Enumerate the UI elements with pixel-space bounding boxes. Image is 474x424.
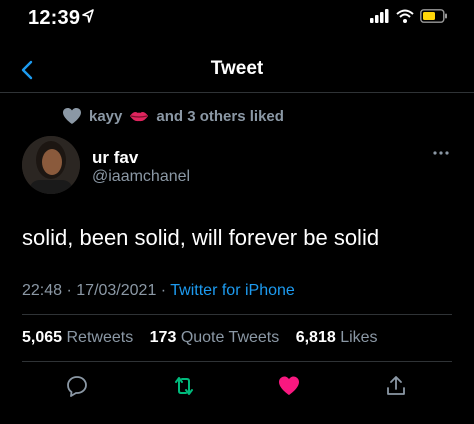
heart-icon: [63, 108, 81, 124]
likes-label: Likes: [340, 329, 378, 346]
reply-icon[interactable]: [65, 374, 89, 398]
likes-count: 6,818: [295, 329, 336, 346]
kiss-lips-icon: [130, 112, 149, 122]
tweet-source-link[interactable]: Twitter for iPhone: [170, 282, 295, 299]
status-icons: [370, 9, 448, 23]
avatar[interactable]: [22, 136, 80, 194]
retweet-icon[interactable]: [172, 374, 196, 398]
wifi-icon: [396, 9, 414, 23]
status-time: 12:39: [28, 7, 81, 29]
more-icon[interactable]: [432, 150, 450, 156]
quotes-label: Quote Tweets: [180, 329, 280, 346]
tweet-meta: 22:48 · 17/03/2021 · Twitter for iPhone: [22, 282, 295, 299]
liked-text: and 3 others liked: [156, 107, 284, 125]
divider: [22, 361, 452, 362]
retweets-stat[interactable]: 5,065 Retweets: [22, 329, 133, 347]
quotes-count: 173: [149, 329, 177, 346]
tweet-time: 22:48: [22, 282, 63, 299]
liker-name: kayy: [89, 107, 123, 125]
author-name[interactable]: ur fav: [92, 148, 138, 168]
share-icon[interactable]: [384, 374, 408, 398]
retweets-label: Retweets: [66, 329, 134, 346]
social-context[interactable]: kayy and 3 others liked: [62, 107, 284, 125]
retweets-count: 5,065: [22, 329, 63, 346]
signal-icon: [370, 9, 389, 23]
likes-stat[interactable]: 6,818 Likes: [296, 329, 378, 347]
page-title: Tweet: [210, 58, 264, 79]
like-icon[interactable]: [277, 374, 301, 398]
author-handle[interactable]: @iaamchanel: [92, 168, 190, 186]
tweet-stats: 5,065 Retweets 173 Quote Tweets 6,818 Li…: [22, 329, 378, 347]
battery-icon: [420, 9, 447, 23]
tweet-date: 17/03/2021: [76, 282, 157, 299]
quotes-stat[interactable]: 173 Quote Tweets: [150, 329, 280, 347]
divider: [22, 314, 452, 315]
location-arrow-icon: [82, 9, 94, 23]
tweet-text: solid, been solid, will forever be solid: [22, 225, 380, 250]
